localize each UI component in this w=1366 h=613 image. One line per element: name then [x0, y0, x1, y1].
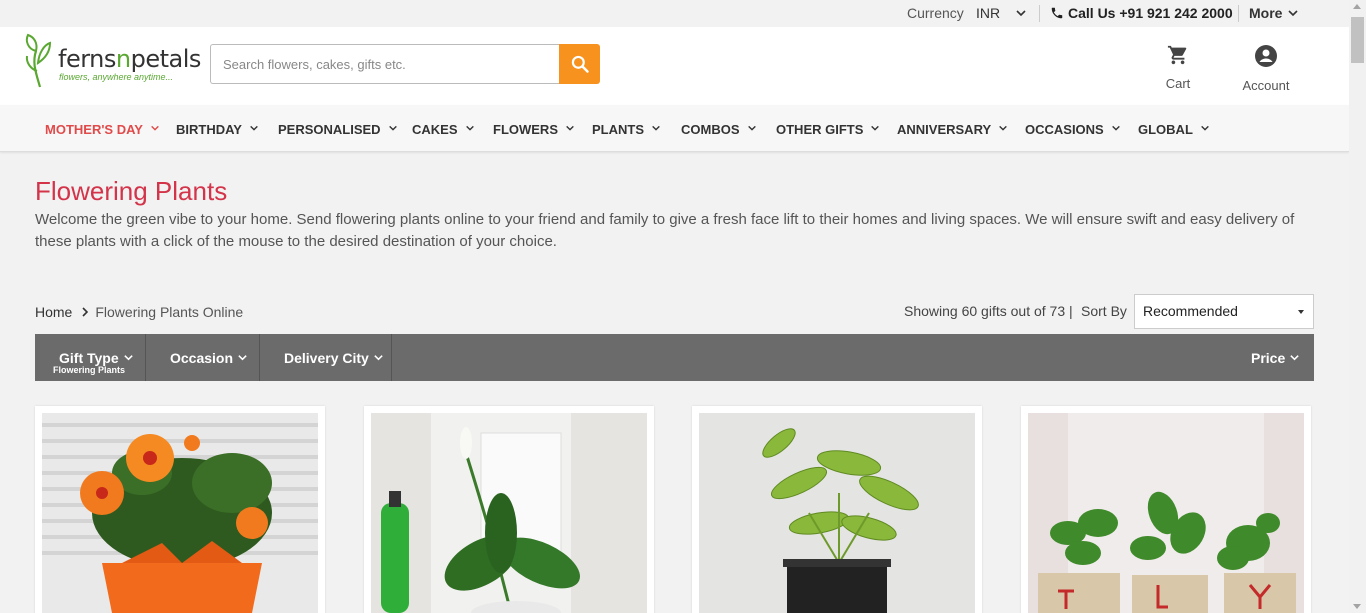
product-card[interactable]	[1021, 406, 1311, 613]
chevron-down-icon	[1200, 121, 1210, 136]
page-scrollbar[interactable]	[1349, 0, 1366, 613]
sort-label: Sort By	[1081, 303, 1127, 319]
product-card[interactable]	[692, 406, 982, 613]
nav-item-label: MOTHER'S DAY	[45, 122, 143, 137]
divider	[1039, 5, 1040, 22]
main-nav: MOTHER'S DAY BIRTHDAY PERSONALISED CAKES FLO…	[0, 105, 1349, 152]
filter-label: Gift Type	[59, 350, 119, 366]
product-image-peace-lily[interactable]	[371, 413, 647, 613]
logo-tagline: flowers, anywhere anytime...	[59, 72, 174, 82]
nav-item-global[interactable]: GLOBAL	[1138, 121, 1210, 137]
filter-price[interactable]: Price	[1235, 334, 1314, 381]
filter-label: Price	[1251, 350, 1286, 366]
chevron-down-icon	[565, 121, 575, 136]
filter-selected-value: Flowering Plants	[53, 365, 126, 375]
chevron-down-icon	[1290, 355, 1299, 361]
chevron-down-icon	[998, 121, 1008, 136]
account-icon	[1255, 45, 1277, 67]
filter-occasion[interactable]: Occasion	[146, 334, 260, 381]
product-card[interactable]	[364, 406, 654, 613]
nav-item-label: COMBOS	[681, 122, 740, 137]
chevron-down-icon[interactable]	[1287, 6, 1299, 22]
nav-item-combos[interactable]: COMBOS	[681, 121, 757, 137]
filter-label: Occasion	[170, 350, 234, 366]
cart-button[interactable]: Cart	[1163, 44, 1193, 91]
chevron-down-icon	[238, 355, 247, 361]
logo-wordmark: fernsnpetals	[58, 45, 201, 73]
breadcrumb: Home Flowering Plants Online	[35, 304, 243, 320]
cart-icon	[1167, 45, 1187, 65]
page-description: Welcome the green vibe to your home. Sen…	[35, 211, 1295, 250]
nav-item-label: OTHER GIFTS	[776, 122, 864, 137]
scroll-down-icon[interactable]	[1353, 604, 1361, 609]
product-image-xanadu[interactable]	[699, 413, 975, 613]
chevron-down-icon	[249, 121, 259, 136]
sort-select[interactable]: Recommended	[1134, 294, 1314, 329]
nav-item-label: ANNIVERSARY	[897, 122, 992, 137]
logo[interactable]: fernsnpetals flowers, anywhere anytime..…	[22, 29, 201, 89]
nav-item-birthday[interactable]: BIRTHDAY	[176, 121, 259, 137]
currency-label: Currency	[907, 5, 964, 21]
site-header: fernsnpetals flowers, anywhere anytime..…	[0, 27, 1349, 105]
chevron-right-icon	[81, 304, 89, 320]
search-button[interactable]	[559, 44, 600, 84]
breadcrumb-current: Flowering Plants Online	[95, 304, 244, 320]
account-button[interactable]: Account	[1240, 44, 1292, 93]
breadcrumb-home[interactable]: Home	[35, 304, 72, 320]
results-count: Showing 60 gifts out of 73 |	[904, 303, 1073, 319]
search-input[interactable]	[210, 44, 560, 84]
nav-item-flowers[interactable]: FLOWERS	[493, 121, 575, 137]
nav-item-anniversary[interactable]: ANNIVERSARY	[897, 121, 1008, 137]
chevron-down-icon	[374, 355, 383, 361]
filter-delivery-city[interactable]: Delivery City	[260, 334, 392, 381]
scrollbar-thumb[interactable]	[1351, 17, 1364, 63]
nav-item-label: PERSONALISED	[278, 122, 381, 137]
caret-down-icon	[1298, 310, 1304, 314]
top-utility-bar: Currency INR Call Us +91 921 242 2000 Mo…	[0, 0, 1349, 27]
phone-icon	[1050, 6, 1064, 23]
nav-item-personalised[interactable]: PERSONALISED	[278, 121, 398, 137]
page-title: Flowering Plants	[35, 176, 228, 206]
nav-item-label: OCCASIONS	[1025, 122, 1104, 137]
search-icon	[571, 55, 589, 73]
chevron-down-icon	[465, 121, 475, 136]
more-menu[interactable]: More	[1249, 5, 1282, 21]
scroll-up-icon[interactable]	[1353, 4, 1361, 9]
product-image-hibiscus[interactable]	[42, 413, 318, 613]
product-image-plant-trio[interactable]	[1028, 413, 1304, 613]
currency-select[interactable]: INR	[976, 5, 1000, 21]
chevron-down-icon	[388, 121, 398, 136]
chevron-down-icon	[651, 121, 661, 136]
product-card[interactable]	[35, 406, 325, 613]
filter-gift-type[interactable]: Gift Type Flowering Plants	[35, 334, 146, 381]
nav-item-occasions[interactable]: OCCASIONS	[1025, 121, 1121, 137]
nav-item-label: FLOWERS	[493, 122, 558, 137]
chevron-down-icon	[747, 121, 757, 136]
chevron-down-icon	[123, 355, 133, 361]
nav-item-label: CAKES	[412, 122, 458, 137]
chevron-down-icon[interactable]	[1015, 6, 1027, 22]
logo-leaf-icon	[25, 33, 52, 88]
divider	[1238, 5, 1239, 22]
cart-label: Cart	[1165, 76, 1191, 91]
nav-item-other-gifts[interactable]: OTHER GIFTS	[776, 121, 880, 137]
call-us-link[interactable]: Call Us +91 921 242 2000	[1068, 5, 1233, 21]
nav-item-label: PLANTS	[592, 122, 644, 137]
nav-item-label: GLOBAL	[1138, 122, 1193, 137]
filter-label: Delivery City	[284, 350, 369, 366]
nav-item-plants[interactable]: PLANTS	[592, 121, 661, 137]
account-label: Account	[1242, 78, 1290, 93]
chevron-down-icon	[150, 121, 160, 136]
chevron-down-icon	[870, 121, 880, 136]
nav-item-mother-s-day[interactable]: MOTHER'S DAY	[45, 121, 160, 137]
chevron-down-icon	[1111, 121, 1121, 136]
filter-bar: Gift Type Flowering Plants Occasion Deli…	[35, 334, 1314, 381]
sort-value: Recommended	[1143, 303, 1238, 319]
nav-item-label: BIRTHDAY	[176, 122, 242, 137]
nav-item-cakes[interactable]: CAKES	[412, 121, 475, 137]
